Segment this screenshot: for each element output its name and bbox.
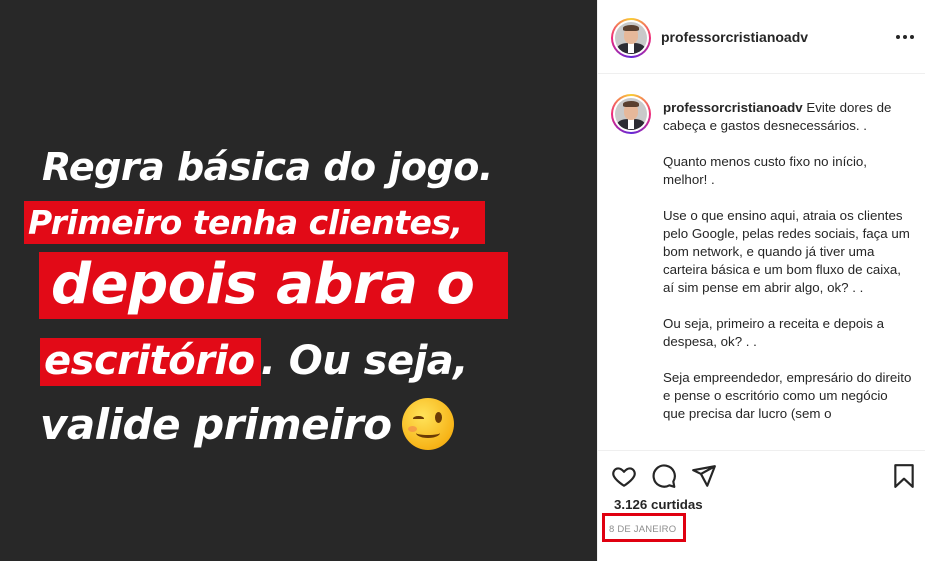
header-username-link[interactable]: professorcristianoadv	[661, 29, 808, 45]
caption-paragraph: Ou seja, primeiro a receita e depois a d…	[663, 316, 884, 349]
bookmark-icon[interactable]	[891, 463, 917, 489]
post-image[interactable]: Regra básica do jogo. Primeiro tenha cli…	[0, 0, 597, 561]
post-caption: professorcristianoadv Evite dores de cab…	[663, 99, 913, 441]
winking-face-emoji-icon	[401, 397, 454, 450]
comment-icon[interactable]	[651, 463, 677, 489]
caption-paragraph: professorcristianoadv Evite dores de cab…	[663, 99, 913, 135]
image-text-highlight: escritório	[40, 338, 261, 386]
caption-paragraph: Use o que ensino aqui, atraia os cliente…	[663, 208, 910, 295]
image-text-line-5: valide primeiro	[40, 397, 454, 454]
likes-count[interactable]: 3.126 curtidas	[614, 497, 703, 512]
post-sidebar: professorcristianoadv professorcristiano…	[597, 0, 925, 561]
post-header: professorcristianoadv	[598, 0, 925, 74]
caption-paragraph: Seja empreendedor, empresário do direito…	[663, 370, 912, 421]
caption-username-link[interactable]: professorcristianoadv	[663, 100, 803, 115]
image-text-line-5-text: valide primeiro	[40, 400, 392, 449]
share-icon[interactable]	[691, 463, 717, 489]
more-options-icon[interactable]	[895, 27, 915, 47]
image-text-line-4-rest: . Ou seja,	[260, 338, 469, 384]
caption-avatar[interactable]	[611, 94, 651, 134]
heart-icon[interactable]	[611, 463, 637, 489]
avatar[interactable]	[611, 18, 651, 58]
image-text-line-1: Regra básica do jogo.	[42, 145, 493, 189]
comments-scroll-area[interactable]: professorcristianoadv Evite dores de cab…	[598, 75, 925, 449]
image-text-line-4: escritório. Ou seja,	[40, 338, 469, 386]
post-actions: 3.126 curtidas 8 DE JANEIRO	[598, 450, 925, 561]
image-text-line-3: depois abra o	[39, 252, 509, 319]
image-text-line-2: Primeiro tenha clientes,	[24, 201, 485, 244]
caption-paragraph: Quanto menos custo fixo no início, melho…	[663, 154, 867, 187]
post-date[interactable]: 8 DE JANEIRO	[609, 524, 676, 535]
